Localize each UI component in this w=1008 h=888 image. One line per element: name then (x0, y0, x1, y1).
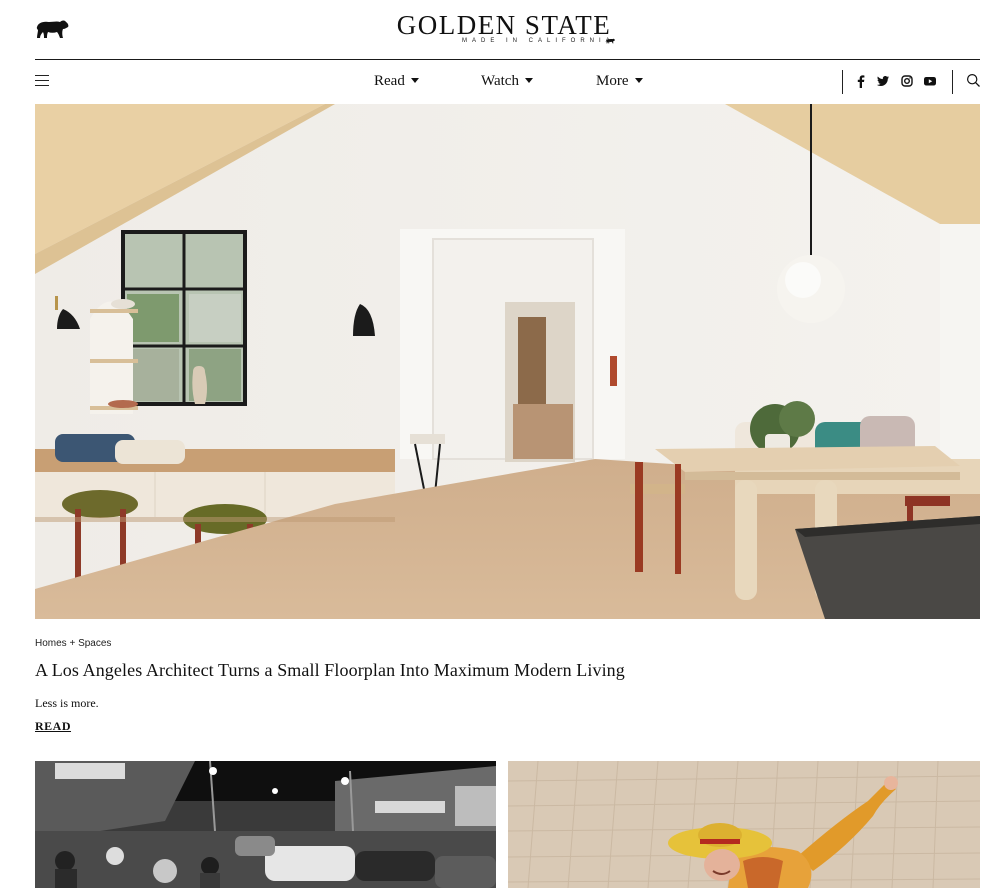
caret-down-icon (410, 78, 419, 83)
caret-down-icon (634, 78, 643, 83)
site-header: GOLDEN STATE MADE IN CALIFORNIA (0, 0, 1008, 60)
story-card-image[interactable] (508, 761, 980, 888)
nav-watch[interactable]: Watch (481, 73, 533, 90)
nav-watch-label: Watch (481, 73, 519, 89)
article-headline[interactable]: A Los Angeles Architect Turns a Small Fl… (35, 660, 625, 681)
facebook-icon[interactable] (854, 74, 868, 88)
hamburger-menu-icon[interactable] (35, 75, 49, 87)
feature-hero-image[interactable] (35, 104, 980, 619)
search-icon[interactable] (966, 73, 981, 88)
caret-down-icon (524, 78, 533, 83)
nav-more[interactable]: More (596, 73, 643, 90)
brand-logo[interactable]: GOLDEN STATE (0, 10, 1008, 40)
instagram-icon[interactable] (900, 74, 914, 88)
read-link[interactable]: READ (35, 719, 71, 734)
nav-read-label: Read (374, 73, 405, 89)
youtube-icon[interactable] (923, 74, 937, 88)
small-bear-icon (606, 38, 615, 44)
brand-subtitle-block: MADE IN CALIFORNIA (462, 38, 622, 46)
main-nav: Read Watch More (0, 60, 1008, 164)
article-dek: Less is more. (35, 696, 99, 710)
twitter-icon[interactable] (876, 74, 890, 88)
brand-title: GOLDEN STATE (396, 10, 612, 40)
dancer-illustration (508, 761, 980, 888)
street-scene-illustration (35, 761, 496, 888)
nav-more-label: More (596, 73, 629, 89)
article-category[interactable]: Homes + Spaces (35, 638, 111, 649)
hero-illustration (35, 104, 980, 619)
nav-read[interactable]: Read (374, 73, 419, 90)
brand-subtitle: MADE IN CALIFORNIA (462, 38, 615, 44)
nav-separator (842, 70, 843, 94)
story-card-image[interactable] (35, 761, 496, 888)
nav-separator (952, 70, 953, 94)
